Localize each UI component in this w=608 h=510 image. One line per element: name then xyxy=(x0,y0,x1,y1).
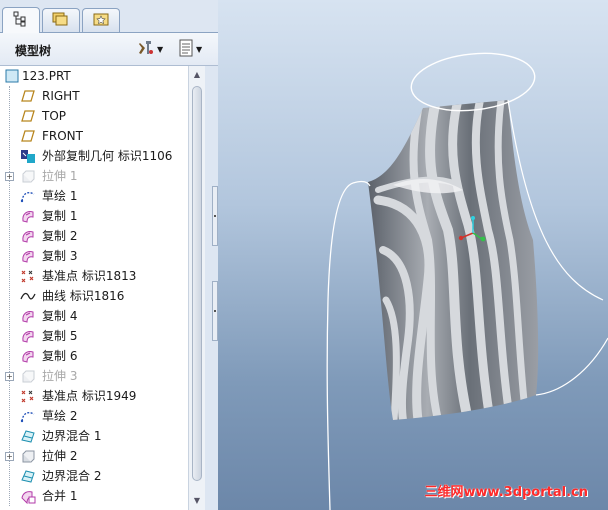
tree-item[interactable]: 基准点 标识1949 xyxy=(0,386,188,406)
datum-plane-icon xyxy=(20,88,36,104)
tree-item[interactable]: + 拉伸 2 xyxy=(0,446,188,466)
copy-surface-icon xyxy=(20,208,36,224)
navigator-panel: 模型树 ▼ ▼ 123.PRT RIGHT TOP FRONT 外部复制几何 标识110… xyxy=(0,0,218,510)
folders-icon xyxy=(52,11,70,30)
expand-icon[interactable]: + xyxy=(5,172,14,181)
star-folder-icon xyxy=(92,11,110,30)
tree-item-label: 拉伸 3 xyxy=(42,369,78,383)
tree-item[interactable]: 复制 2 xyxy=(0,226,188,246)
copy-surface-icon xyxy=(20,328,36,344)
panel-header: 模型树 ▼ ▼ xyxy=(0,33,218,66)
tree-item[interactable]: + 拉伸 3 xyxy=(0,366,188,386)
favorites-tab[interactable] xyxy=(82,8,120,32)
part-icon xyxy=(4,68,20,84)
copy-surface-icon xyxy=(20,248,36,264)
datum-point-icon xyxy=(20,268,36,284)
expand-icon[interactable]: + xyxy=(5,452,14,461)
extrude-icon xyxy=(20,368,36,384)
sketch-icon xyxy=(20,188,36,204)
tree-item-label: 123.PRT xyxy=(22,69,71,83)
tree-item-label: 复制 5 xyxy=(42,329,78,343)
boundary-blend-icon xyxy=(20,468,36,484)
extrude-icon xyxy=(20,448,36,464)
tree-item[interactable]: 草绘 2 xyxy=(0,406,188,426)
tree-item[interactable]: 外部复制几何 标识1106 xyxy=(0,146,188,166)
tree-item-label: FRONT xyxy=(42,129,83,143)
tree-item[interactable]: 合并 1 xyxy=(0,486,188,506)
tree-item-label: 边界混合 1 xyxy=(42,429,102,443)
tree-item-label: TOP xyxy=(42,109,67,123)
external-copy-geom-icon xyxy=(20,148,36,164)
tree-item-label: 合并 1 xyxy=(42,489,78,503)
model-tree: 123.PRT RIGHT TOP FRONT 外部复制几何 标识1106 + 拉伸 1 草绘… xyxy=(0,66,189,510)
chevron-down-icon: ▼ xyxy=(196,44,203,54)
tree-item-label: 草绘 1 xyxy=(42,189,78,203)
tree-item[interactable]: 复制 5 xyxy=(0,326,188,346)
panel-title: 模型树 xyxy=(15,44,52,58)
tree-item[interactable]: RIGHT xyxy=(0,86,188,106)
tree-item[interactable]: 边界混合 2 xyxy=(0,466,188,486)
tree-item[interactable]: TOP xyxy=(0,106,188,126)
datum-point-icon xyxy=(20,388,36,404)
datum-plane-icon xyxy=(20,128,36,144)
tree-item[interactable]: 草绘 1 xyxy=(0,186,188,206)
tree-item-label: 拉伸 2 xyxy=(42,449,78,463)
tree-item-label: 边界混合 2 xyxy=(42,469,102,483)
tree-item-label: 草绘 2 xyxy=(42,409,78,423)
tree-item-label: 外部复制几何 标识1106 xyxy=(42,149,173,163)
tree-item-label: 基准点 标识1949 xyxy=(42,389,137,403)
tree-item-label: 复制 4 xyxy=(42,309,78,323)
tree-item[interactable]: 复制 1 xyxy=(0,206,188,226)
scroll-up-icon[interactable]: ▲ xyxy=(191,68,203,82)
datum-plane-icon xyxy=(20,108,36,124)
model-tree-icon xyxy=(13,11,29,30)
model-surface[interactable] xyxy=(218,0,608,510)
tree-settings-button[interactable]: ▼ xyxy=(137,39,163,59)
expand-icon[interactable]: + xyxy=(5,372,14,381)
chevron-down-icon: ▼ xyxy=(157,44,164,54)
tree-item[interactable]: 复制 4 xyxy=(0,306,188,326)
list-settings-icon xyxy=(178,39,194,60)
copy-surface-icon xyxy=(20,348,36,364)
tree-item-label: 复制 6 xyxy=(42,349,78,363)
tree-root-item[interactable]: 123.PRT xyxy=(0,66,188,86)
show-menu-button[interactable]: ▼ xyxy=(178,39,202,59)
tree-item-label: 基准点 标识1813 xyxy=(42,269,137,283)
extrude-icon xyxy=(20,168,36,184)
copy-surface-icon xyxy=(20,228,36,244)
left-boundary-curve[interactable] xyxy=(326,182,354,510)
curve-icon xyxy=(20,288,36,304)
tools-icon xyxy=(137,39,155,60)
tree-item[interactable]: + 拉伸 1 xyxy=(0,166,188,186)
tree-item-label: RIGHT xyxy=(42,89,80,103)
tree-item-label: 复制 2 xyxy=(42,229,78,243)
graphics-viewport[interactable]: 三维网www.3dportal.cn xyxy=(218,0,608,510)
boundary-blend-icon xyxy=(20,428,36,444)
tree-scrollbar[interactable]: ▲ ▼ xyxy=(189,66,205,510)
tree-item[interactable]: 边界混合 1 xyxy=(0,426,188,446)
tree-item-label: 复制 3 xyxy=(42,249,78,263)
copy-surface-icon xyxy=(20,308,36,324)
tree-item[interactable]: 复制 6 xyxy=(0,346,188,366)
tree-item[interactable]: FRONT xyxy=(0,126,188,146)
tree-item[interactable]: 基准点 标识1813 xyxy=(0,266,188,286)
merge-icon xyxy=(20,488,36,504)
scroll-down-icon[interactable]: ▼ xyxy=(191,494,203,508)
tree-item-label: 拉伸 1 xyxy=(42,169,78,183)
tree-item[interactable]: 曲线 标识1816 xyxy=(0,286,188,306)
watermark-text: 三维网www.3dportal.cn xyxy=(424,485,588,500)
scrollbar-thumb[interactable] xyxy=(192,86,202,481)
folder-browser-tab[interactable] xyxy=(42,8,80,32)
tree-item-label: 曲线 标识1816 xyxy=(42,289,125,303)
tree-item[interactable]: 复制 3 xyxy=(0,246,188,266)
sketch-icon xyxy=(20,408,36,424)
tree-item-label: 复制 1 xyxy=(42,209,78,223)
model-tree-tab[interactable] xyxy=(2,7,40,33)
